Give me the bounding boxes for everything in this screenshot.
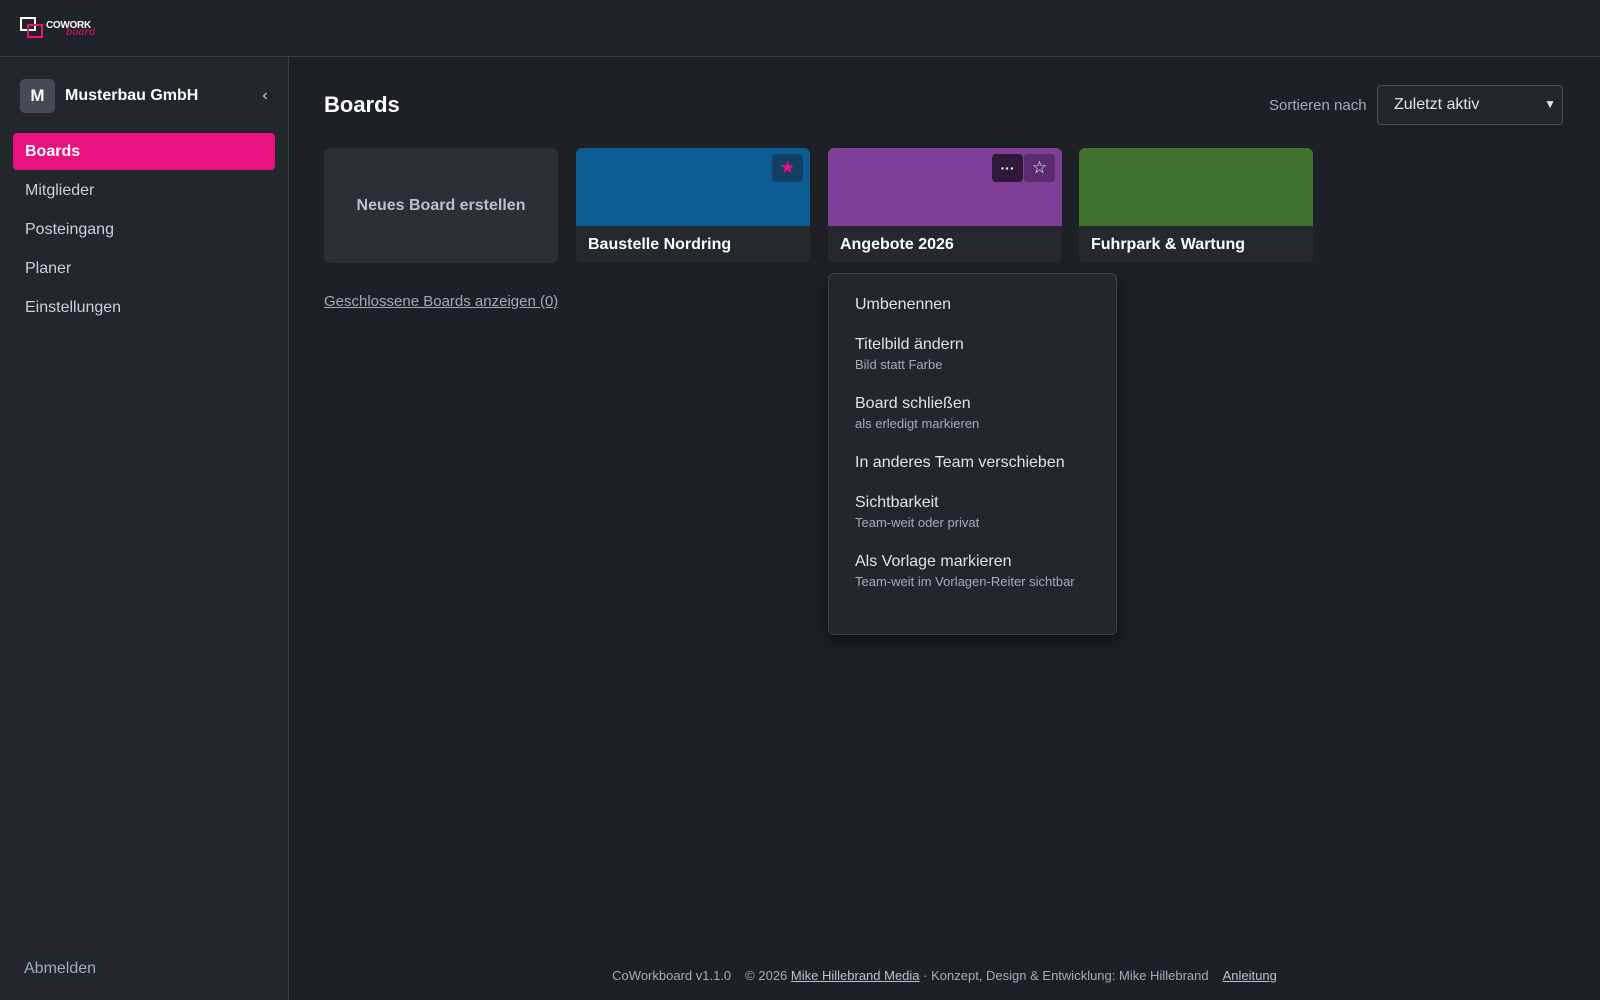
team-header: M Musterbau GmbH ‹: [20, 79, 275, 113]
menu-item-description: Bild statt Farbe: [855, 357, 943, 372]
star-filled-icon[interactable]: ★: [772, 154, 803, 182]
sidebar-nav: Boards Mitglieder Posteingang Planer Ein…: [13, 133, 275, 328]
board-card[interactable]: ★ Baustelle Nordring: [576, 148, 810, 263]
menu-item-label: Board schließen: [855, 395, 971, 412]
sidebar-item-einstellungen[interactable]: Einstellungen: [13, 289, 275, 326]
sidebar-item-posteingang[interactable]: Posteingang: [13, 211, 275, 248]
chevron-down-icon: ▼: [1544, 97, 1556, 111]
board-card[interactable]: ··· ☆ Angebote 2026: [828, 148, 1062, 263]
closed-boards-link[interactable]: Geschlossene Boards anzeigen (0): [324, 293, 558, 310]
star-outline-icon[interactable]: ☆: [1024, 154, 1055, 182]
menu-item-move-team[interactable]: In anderes Team verschieben: [829, 454, 1116, 472]
menu-item-mark-template[interactable]: Als Vorlage markieren Team-weit im Vorla…: [829, 553, 1116, 590]
menu-item-label: Umbenennen: [855, 296, 952, 313]
sort-select[interactable]: Zuletzt aktiv ▼: [1377, 85, 1563, 125]
logout-button[interactable]: Abmelden: [24, 960, 96, 978]
menu-item-label: Titelbild ändern: [855, 336, 964, 353]
app-logo[interactable]: COWORK board: [20, 16, 100, 40]
board-cover: ★: [576, 148, 810, 226]
footer-credits: · Konzept, Design & Entwicklung: Mike Hi…: [923, 968, 1209, 983]
collapse-sidebar-icon[interactable]: ‹: [255, 87, 275, 105]
menu-item-description: Team-weit im Vorlagen-Reiter sichtbar: [855, 574, 1075, 589]
logo-word-board: board: [66, 27, 96, 38]
footer-guide-link[interactable]: Anleitung: [1223, 968, 1277, 983]
team-avatar: M: [20, 79, 55, 113]
sort-label: Sortieren nach: [1269, 97, 1367, 114]
sidebar-item-mitglieder[interactable]: Mitglieder: [13, 172, 275, 209]
menu-item-change-cover[interactable]: Titelbild ändern Bild statt Farbe: [829, 336, 1116, 373]
menu-item-label: Als Vorlage markieren: [855, 553, 1012, 570]
board-card[interactable]: Fuhrpark & Wartung: [1079, 148, 1313, 263]
board-title: Baustelle Nordring: [576, 226, 810, 263]
sidebar-item-planer[interactable]: Planer: [13, 250, 275, 287]
logo-mark-icon: [20, 17, 44, 39]
menu-item-close-board[interactable]: Board schließen als erledigt markieren: [829, 395, 1116, 432]
board-context-menu: Umbenennen Titelbild ändern Bild statt F…: [828, 273, 1117, 635]
sort-selected-value: Zuletzt aktiv: [1394, 96, 1480, 113]
footer: CoWorkboard v1.1.0 © 2026 Mike Hillebrand…: [289, 968, 1600, 983]
footer-version: CoWorkboard v1.1.0: [612, 968, 732, 983]
sidebar: M Musterbau GmbH ‹ Boards Mitglieder Pos…: [0, 57, 289, 1000]
menu-item-visibility[interactable]: Sichtbarkeit Team-weit oder privat: [829, 494, 1116, 531]
board-title: Fuhrpark & Wartung: [1079, 226, 1313, 263]
menu-item-description: als erledigt markieren: [855, 416, 980, 431]
board-cover: ··· ☆: [828, 148, 1062, 226]
menu-item-rename[interactable]: Umbenennen: [829, 296, 1116, 314]
menu-item-label: Sichtbarkeit: [855, 494, 939, 511]
sidebar-item-boards[interactable]: Boards: [13, 133, 275, 170]
more-options-icon[interactable]: ···: [992, 154, 1023, 182]
new-board-card[interactable]: Neues Board erstellen: [324, 148, 558, 263]
footer-company-link[interactable]: Mike Hillebrand Media: [791, 968, 920, 983]
board-cover: [1079, 148, 1313, 226]
board-title: Angebote 2026: [828, 226, 1062, 263]
logo-text: COWORK board: [46, 17, 96, 39]
menu-item-description: Team-weit oder privat: [855, 515, 980, 530]
team-name: Musterbau GmbH: [65, 87, 199, 104]
menu-item-label: In anderes Team verschieben: [855, 454, 1065, 471]
page-title: Boards: [324, 92, 400, 117]
footer-copyright: © 2026: [745, 968, 788, 983]
top-bar: COWORK board: [0, 0, 1600, 57]
